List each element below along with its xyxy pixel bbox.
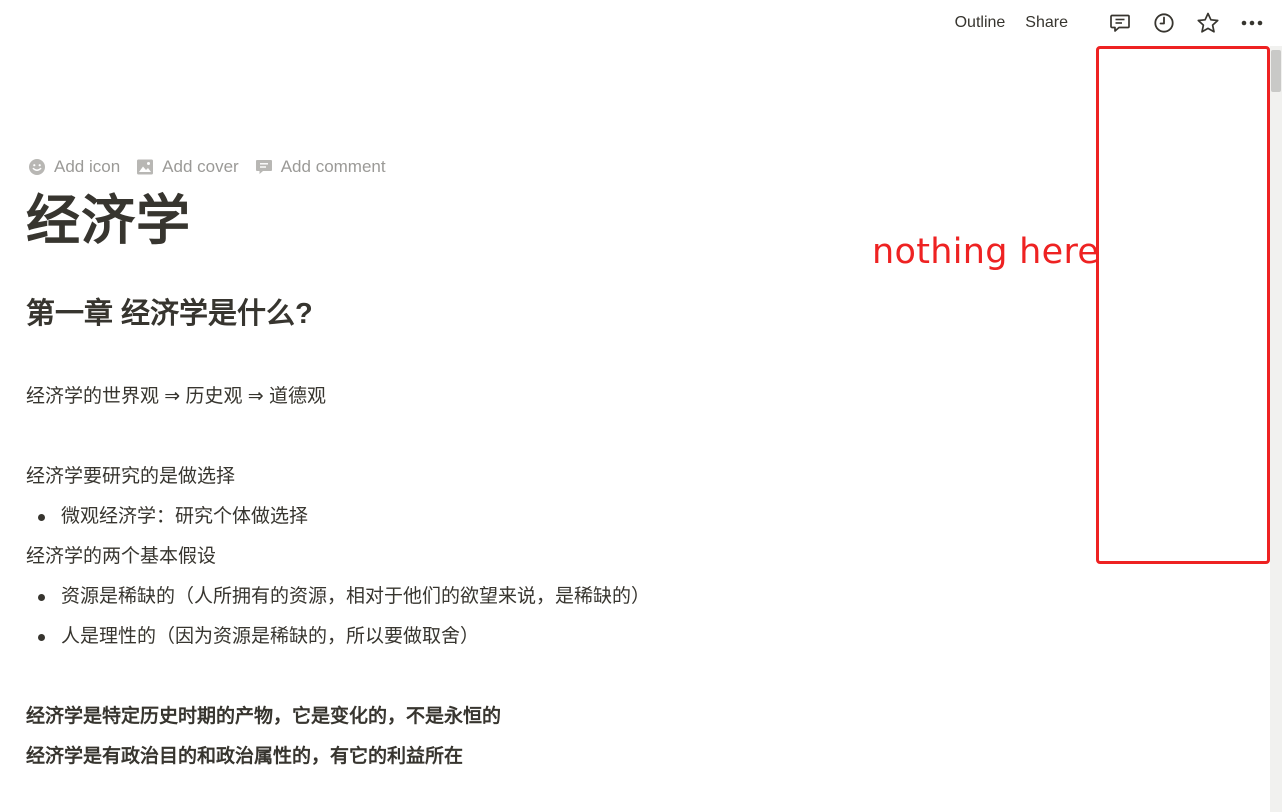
more-dots-icon[interactable] xyxy=(1240,11,1264,35)
add-comment-button[interactable]: Add comment xyxy=(255,157,386,177)
add-icon-label: Add icon xyxy=(54,157,121,176)
bullet-dot xyxy=(38,513,45,521)
bullet-dot xyxy=(38,633,45,641)
page-controls: Add icon Add cover Add comment xyxy=(28,157,402,177)
top-bar: Outline Share xyxy=(955,0,1282,46)
bullet-text: 人是理性的（因为资源是稀缺的，所以要做取舍） xyxy=(61,626,480,647)
annotation-text: nothing here xyxy=(872,232,1100,272)
bullet-dot xyxy=(38,593,45,601)
image-icon xyxy=(137,159,154,175)
scrollbar-thumb[interactable] xyxy=(1271,50,1281,92)
add-cover-label: Add cover xyxy=(162,157,239,176)
bold-text-block[interactable]: 经济学是有政治目的和政治属性的，有它的利益所在 xyxy=(26,743,463,771)
outline-button[interactable]: Outline xyxy=(955,14,1006,32)
add-cover-button[interactable]: Add cover xyxy=(136,157,239,177)
bullet-item[interactable]: 微观经济学：研究个体做选择 xyxy=(26,503,308,531)
comment-icon[interactable] xyxy=(1108,11,1132,35)
annotation-highlight-box xyxy=(1096,46,1270,564)
chapter-heading[interactable]: 第一章 经济学是什么? xyxy=(26,294,313,334)
text-block[interactable]: 经济学要研究的是做选择 xyxy=(26,463,235,491)
add-comment-label: Add comment xyxy=(280,157,386,176)
page-title[interactable]: 经济学 xyxy=(26,188,191,254)
star-icon[interactable] xyxy=(1196,11,1220,35)
text-block[interactable]: 经济学的两个基本假设 xyxy=(26,543,216,571)
bullet-item[interactable]: 资源是稀缺的（人所拥有的资源，相对于他们的欲望来说，是稀缺的） xyxy=(26,583,650,611)
smiley-icon xyxy=(29,159,45,175)
add-icon-button[interactable]: Add icon xyxy=(28,157,120,177)
share-button[interactable]: Share xyxy=(1025,14,1068,32)
bold-text-block[interactable]: 经济学是特定历史时期的产物，它是变化的，不是永恒的 xyxy=(26,703,501,731)
history-clock-icon[interactable] xyxy=(1152,11,1176,35)
bullet-text: 微观经济学：研究个体做选择 xyxy=(61,506,309,527)
bullet-text: 资源是稀缺的（人所拥有的资源，相对于他们的欲望来说，是稀缺的） xyxy=(61,586,651,607)
text-block[interactable]: 经济学的世界观 ⇒ 历史观 ⇒ 道德观 xyxy=(26,383,326,411)
bullet-item[interactable]: 人是理性的（因为资源是稀缺的，所以要做取舍） xyxy=(26,623,479,651)
vertical-scrollbar[interactable] xyxy=(1270,46,1282,812)
comment-bubble-icon xyxy=(255,160,272,174)
